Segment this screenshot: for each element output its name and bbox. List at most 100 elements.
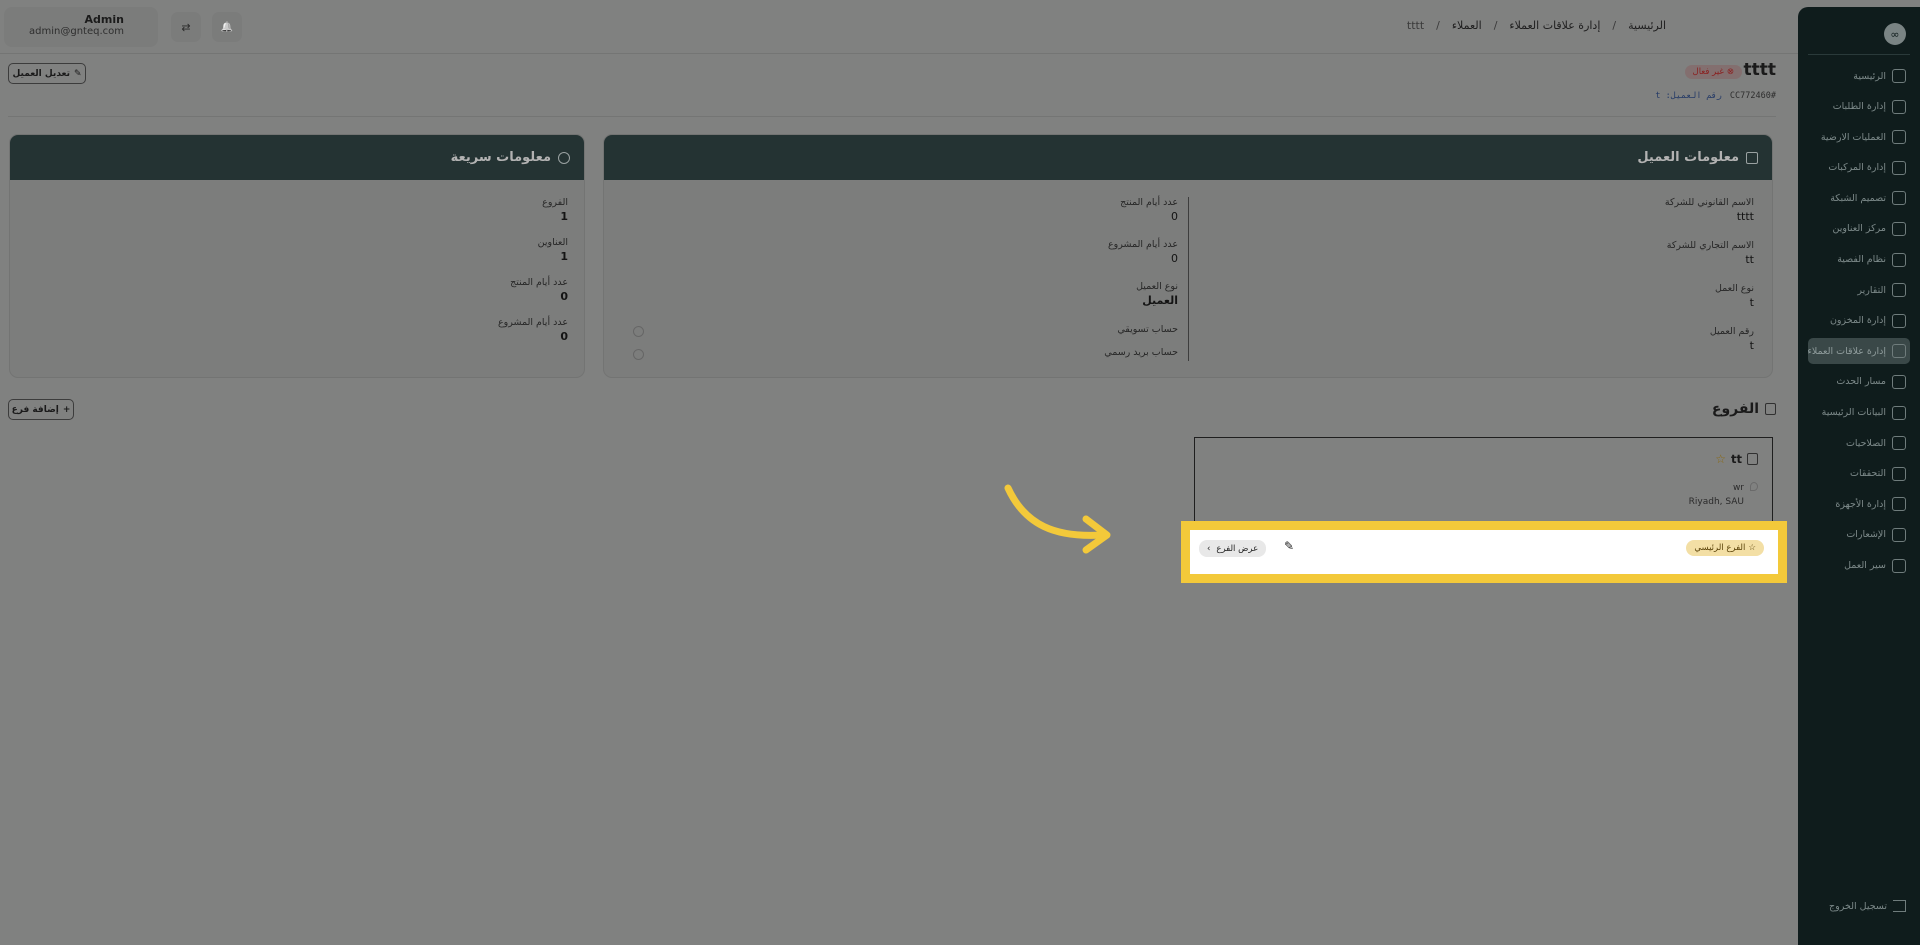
breadcrumb-home[interactable]: الرئيسية: [1628, 19, 1666, 32]
sidebar-item-crm[interactable]: إدارة علاقات العملاء: [1808, 338, 1910, 365]
field-label: رقم العميل: [1709, 326, 1754, 337]
sidebar-item-home[interactable]: الرئيسية: [1808, 63, 1910, 89]
trade-name-field: الاسم التجاري للشركة tt: [1667, 240, 1754, 266]
edit-branch-icon[interactable]: ✎: [1284, 539, 1294, 553]
quick-info-card: معلومات سريعة الفروع 1 العناوين 1 عدد أي…: [9, 134, 585, 378]
sidebar-item-notifications[interactable]: الإشعارات: [1808, 522, 1910, 548]
sidebar: ∞ الرئيسية إدارة الطلبات العمليات الارضي…: [1798, 7, 1920, 945]
sidebar-item-label: مركز العناوين: [1832, 223, 1886, 235]
bell-icon: 🔔: [220, 21, 234, 33]
marketing-account-field: حساب تسويقي: [1117, 324, 1178, 335]
field-label: حساب بريد رسمي: [1104, 347, 1178, 358]
sidebar-item-network[interactable]: تصميم الشبكة: [1808, 185, 1910, 211]
view-branch-label: عرض الفرع: [1216, 543, 1259, 554]
user-menu[interactable]: Admin admin@gnteq.com: [4, 7, 158, 47]
sidebar-item-label: مسار الحدث: [1836, 376, 1886, 388]
translate-icon: ⇄: [181, 20, 191, 34]
sidebar-item-label: سير العمل: [1844, 560, 1886, 571]
star-icon: ☆: [1715, 452, 1726, 466]
sidebar-item-devices[interactable]: إدارة الأجهزة: [1808, 491, 1910, 517]
sidebar-item-vehicles[interactable]: إدارة المركبات: [1808, 155, 1910, 181]
app-logo[interactable]: ∞: [1884, 23, 1906, 45]
sidebar-item-reports[interactable]: التقارير: [1808, 277, 1910, 303]
chevron-icon: ›: [1207, 543, 1211, 554]
address-line-1: wr: [1732, 483, 1744, 493]
quick-info-header: معلومات سريعة: [10, 135, 584, 180]
translate-button[interactable]: ⇄: [171, 12, 201, 42]
field-label: عدد أيام المشروع: [1108, 239, 1178, 250]
notifications-button[interactable]: 🔔: [212, 12, 242, 42]
sidebar-item-addresses[interactable]: مركز العناوين: [1808, 216, 1910, 242]
sidebar-item-orders[interactable]: إدارة الطلبات: [1808, 94, 1910, 120]
sidebar-item-label: الرئيسية: [1853, 70, 1886, 82]
edit-customer-label: تعديل العميل: [12, 68, 70, 79]
users-icon: [1892, 436, 1906, 451]
branches-count-field: الفروع 1: [542, 197, 568, 223]
inactive-icon: ⊗: [1726, 67, 1734, 77]
customer-id-value: #CC772460: [1729, 91, 1776, 101]
field-value: t: [1749, 339, 1754, 352]
customer-info-card: معلومات العميل الاسم القانوني للشركة ttt…: [603, 134, 1773, 378]
sidebar-item-event-route[interactable]: مسار الحدث: [1808, 369, 1910, 395]
sorting-icon: [1892, 252, 1906, 267]
breadcrumb-customers[interactable]: العملاء: [1452, 19, 1482, 32]
field-value: tttt: [1736, 210, 1754, 223]
view-branch-button[interactable]: عرض الفرع ›: [1199, 540, 1267, 557]
sidebar-item-validations[interactable]: التحققات: [1808, 461, 1910, 487]
breadcrumb-crm[interactable]: إدارة علاقات العملاء: [1509, 19, 1600, 32]
customer-id-row: #CC772460 رقم العميل: t: [1655, 91, 1776, 101]
fields-divider: [1188, 197, 1189, 361]
page-title: tttt: [1743, 60, 1776, 80]
sidebar-item-master-data[interactable]: البيانات الرئيسية: [1808, 400, 1910, 426]
logout-icon: [1893, 900, 1906, 912]
header-divider: [8, 116, 1776, 117]
sidebar-item-workflow[interactable]: سير العمل: [1808, 553, 1910, 579]
field-value: 0: [560, 330, 568, 343]
sidebar-divider: [1808, 54, 1910, 55]
branch-name-row: tt ☆: [1715, 452, 1758, 466]
branch-name: tt: [1731, 452, 1742, 466]
top-bar: Admin admin@gnteq.com ⇄ 🔔 الرئيسية / إدا…: [0, 0, 1798, 54]
main-branch-badge: ☆ الفرع الرئيسي: [1686, 540, 1764, 556]
devices-icon: [1892, 497, 1906, 512]
sidebar-item-label: إدارة الطلبات: [1832, 101, 1886, 113]
field-value: 1: [560, 250, 568, 263]
breadcrumb-separator: /: [1612, 19, 1617, 32]
sidebar-item-label: إدارة علاقات العملاء: [1808, 345, 1886, 357]
sidebar-item-permissions[interactable]: الصلاحيات: [1808, 430, 1910, 456]
project-days-field: عدد أيام المشروع 0: [1108, 239, 1178, 265]
address-icon: [1892, 221, 1906, 236]
network-icon: [1892, 191, 1906, 206]
edit-customer-button[interactable]: ✎ تعديل العميل: [8, 63, 86, 84]
marketing-account-status-icon: [633, 326, 644, 337]
crm-icon: [1892, 344, 1906, 359]
sidebar-item-label: إدارة الأجهزة: [1835, 498, 1886, 510]
addresses-count-field: العناوين 1: [538, 237, 568, 263]
field-value: 0: [560, 290, 568, 303]
sidebar-nav: الرئيسية إدارة الطلبات العمليات الارضية …: [1808, 63, 1910, 583]
sidebar-item-label: الإشعارات: [1846, 529, 1886, 541]
status-badge: ⊗ غير فعال: [1684, 65, 1742, 79]
sidebar-item-sorting[interactable]: نظام الفصية: [1808, 247, 1910, 273]
customer-info-title: معلومات العميل: [1637, 150, 1739, 165]
status-label: غير فعال: [1692, 67, 1724, 77]
official-email-account-field: حساب بريد رسمي: [1104, 347, 1178, 358]
field-label: حساب تسويقي: [1117, 324, 1178, 335]
official-email-status-icon: [633, 349, 644, 360]
branches-heading: الفروع: [1712, 401, 1776, 417]
dashboard-icon: [1892, 69, 1906, 83]
add-branch-button[interactable]: + إضافة فرع: [8, 399, 74, 420]
inventory-icon: [1892, 313, 1906, 328]
field-value: tt: [1745, 253, 1754, 266]
sidebar-item-ground-ops[interactable]: العمليات الارضية: [1808, 124, 1910, 150]
reports-icon: [1892, 283, 1906, 298]
sidebar-item-inventory[interactable]: إدارة المخزون: [1808, 308, 1910, 334]
route-icon: [1892, 374, 1906, 389]
logout-button[interactable]: تسجيل الخروج: [1829, 900, 1906, 912]
sidebar-item-label: نظام الفصية: [1837, 254, 1886, 266]
breadcrumb: الرئيسية / إدارة علاقات العملاء / العملا…: [1407, 19, 1666, 32]
map-pin-icon: [1750, 482, 1758, 491]
breadcrumb-separator: /: [1436, 19, 1440, 32]
field-value: 1: [560, 210, 568, 223]
ground-ops-icon: [1892, 130, 1906, 145]
